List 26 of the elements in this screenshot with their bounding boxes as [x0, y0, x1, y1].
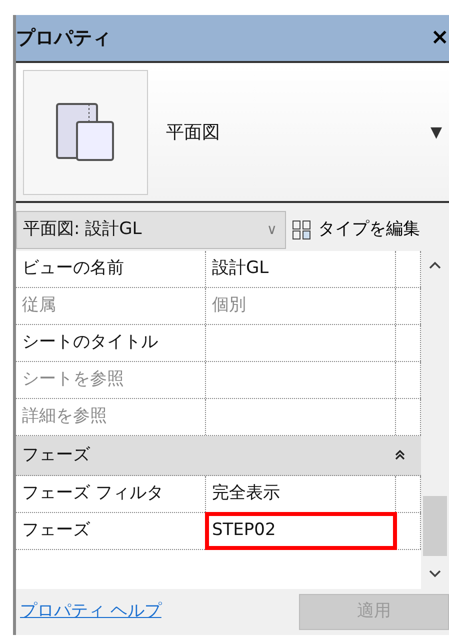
- property-value[interactable]: 完全表示: [206, 476, 396, 512]
- panel-title: プロパティ: [16, 26, 111, 51]
- edit-type-button[interactable]: タイプを編集: [286, 217, 420, 243]
- property-label: フェーズ: [16, 513, 206, 549]
- property-value[interactable]: STEP02: [206, 513, 396, 549]
- property-label: ビューの名前: [16, 251, 206, 287]
- property-label: 従属: [16, 288, 206, 324]
- property-label: シートのタイトル: [16, 325, 206, 361]
- section-title: フェーズ: [22, 444, 90, 467]
- type-selector[interactable]: 平面図 ▼: [16, 63, 449, 203]
- section-header[interactable]: フェーズ: [16, 436, 421, 476]
- edit-type-icon: [292, 220, 312, 240]
- property-value[interactable]: 設計GL: [206, 251, 396, 287]
- view-dropdown[interactable]: 平面図: 設計GL ∨: [16, 211, 286, 249]
- property-label: シートを参照: [16, 362, 206, 398]
- dropdown-caret: ▼: [430, 122, 442, 143]
- dropdown-value: 平面図: 設計GL: [23, 218, 142, 242]
- type-name: 平面図: [166, 120, 221, 144]
- property-label: 詳細を参照: [16, 399, 206, 435]
- property-value: 個別: [206, 288, 396, 324]
- floor-plan-icon: [54, 102, 116, 162]
- dropdown-caret: ∨: [266, 220, 277, 240]
- help-link[interactable]: プロパティ ヘルプ: [20, 599, 162, 625]
- property-label: フェーズ フィルタ: [16, 476, 206, 512]
- scroll-thumb[interactable]: [423, 496, 447, 556]
- close-button[interactable]: ×: [430, 27, 449, 49]
